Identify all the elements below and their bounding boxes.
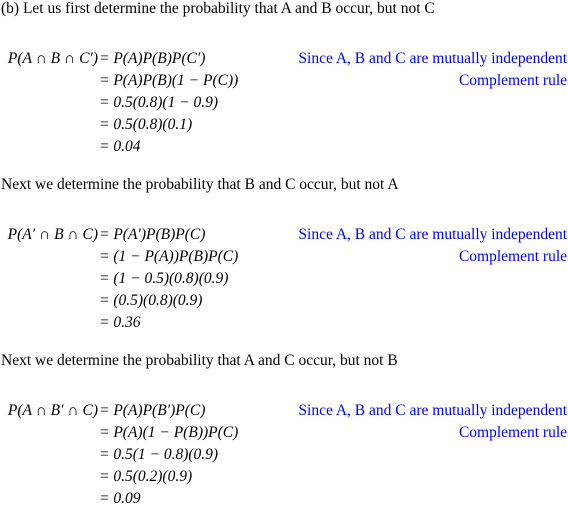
equation-line: = P(A)(1 − P(B))P(C) Complement rule xyxy=(0,424,568,446)
equation-line: = (1 − 0.5)(0.8)(0.9) xyxy=(0,270,568,292)
section-intro-text: (b) Let us first determine the probabili… xyxy=(1,0,435,17)
equation-line: = 0.09 xyxy=(0,490,568,512)
justification-note: Complement rule xyxy=(458,72,567,89)
equation-lhs: P(A′ ∩ B ∩ C) xyxy=(7,226,98,243)
equation-line: = (1 − P(A))P(B)P(C) Complement rule xyxy=(0,248,568,270)
equation-line: = 0.36 xyxy=(0,314,568,336)
equation-lhs: P(A ∩ B ∩ C′) xyxy=(7,50,98,67)
equation-rhs: = 0.09 xyxy=(99,490,141,507)
equation-line: P(A ∩ B ∩ C′) = P(A)P(B)P(C′) Since A, B a… xyxy=(0,50,568,72)
equation-line: = 0.5(0.8)(1 − 0.9) xyxy=(0,94,568,116)
equation-line: = (0.5)(0.8)(0.9) xyxy=(0,292,568,314)
equation-line: = P(A)P(B)(1 − P(C)) Complement rule xyxy=(0,72,568,94)
equation-rhs: = 0.5(0.2)(0.9) xyxy=(99,468,193,485)
equation-line: = 0.5(0.8)(0.1) xyxy=(0,116,568,138)
equation-rhs: = (1 − 0.5)(0.8)(0.9) xyxy=(99,270,229,287)
equation-rhs: = 0.5(1 − 0.8)(0.9) xyxy=(99,446,219,463)
equation-rhs: = (0.5)(0.8)(0.9) xyxy=(99,292,203,309)
equation-line: = 0.5(0.2)(0.9) xyxy=(0,468,568,490)
equation-line: = 0.04 xyxy=(0,138,568,160)
equation-rhs: = P(A′)P(B)P(C) xyxy=(99,226,206,243)
equation-rhs: = 0.5(0.8)(1 − 0.9) xyxy=(99,94,219,111)
equation-lhs: P(A ∩ B′ ∩ C) xyxy=(7,402,98,419)
justification-note: Since A, B and C are mutually independen… xyxy=(298,50,567,67)
equation-rhs: = P(A)P(B)(1 − P(C)) xyxy=(99,72,239,89)
equation-rhs: = 0.5(0.8)(0.1) xyxy=(99,116,193,133)
equation-rhs: = 0.04 xyxy=(99,138,141,155)
equation-rhs: = P(A)P(B)P(C′) xyxy=(99,50,206,67)
justification-note: Complement rule xyxy=(458,248,567,265)
equation-rhs: = 0.36 xyxy=(99,314,141,331)
equation-line: P(A′ ∩ B ∩ C) = P(A′)P(B)P(C) Since A, B a… xyxy=(0,226,568,248)
justification-note: Since A, B and C are mutually independen… xyxy=(298,402,567,419)
equation-line: P(A ∩ B′ ∩ C) = P(A)P(B′)P(C) Since A, B a… xyxy=(0,402,568,424)
section-intro-text: Next we determine the probability that A… xyxy=(1,352,398,369)
section-intro-text: Next we determine the probability that B… xyxy=(1,176,399,193)
justification-note: Since A, B and C are mutually independen… xyxy=(298,226,567,243)
equation-rhs: = P(A)(1 − P(B))P(C) xyxy=(99,424,239,441)
equation-rhs: = (1 − P(A))P(B)P(C) xyxy=(99,248,239,265)
justification-note: Complement rule xyxy=(458,424,567,441)
equation-line: = 0.5(1 − 0.8)(0.9) xyxy=(0,446,568,468)
equation-rhs: = P(A)P(B′)P(C) xyxy=(99,402,206,419)
